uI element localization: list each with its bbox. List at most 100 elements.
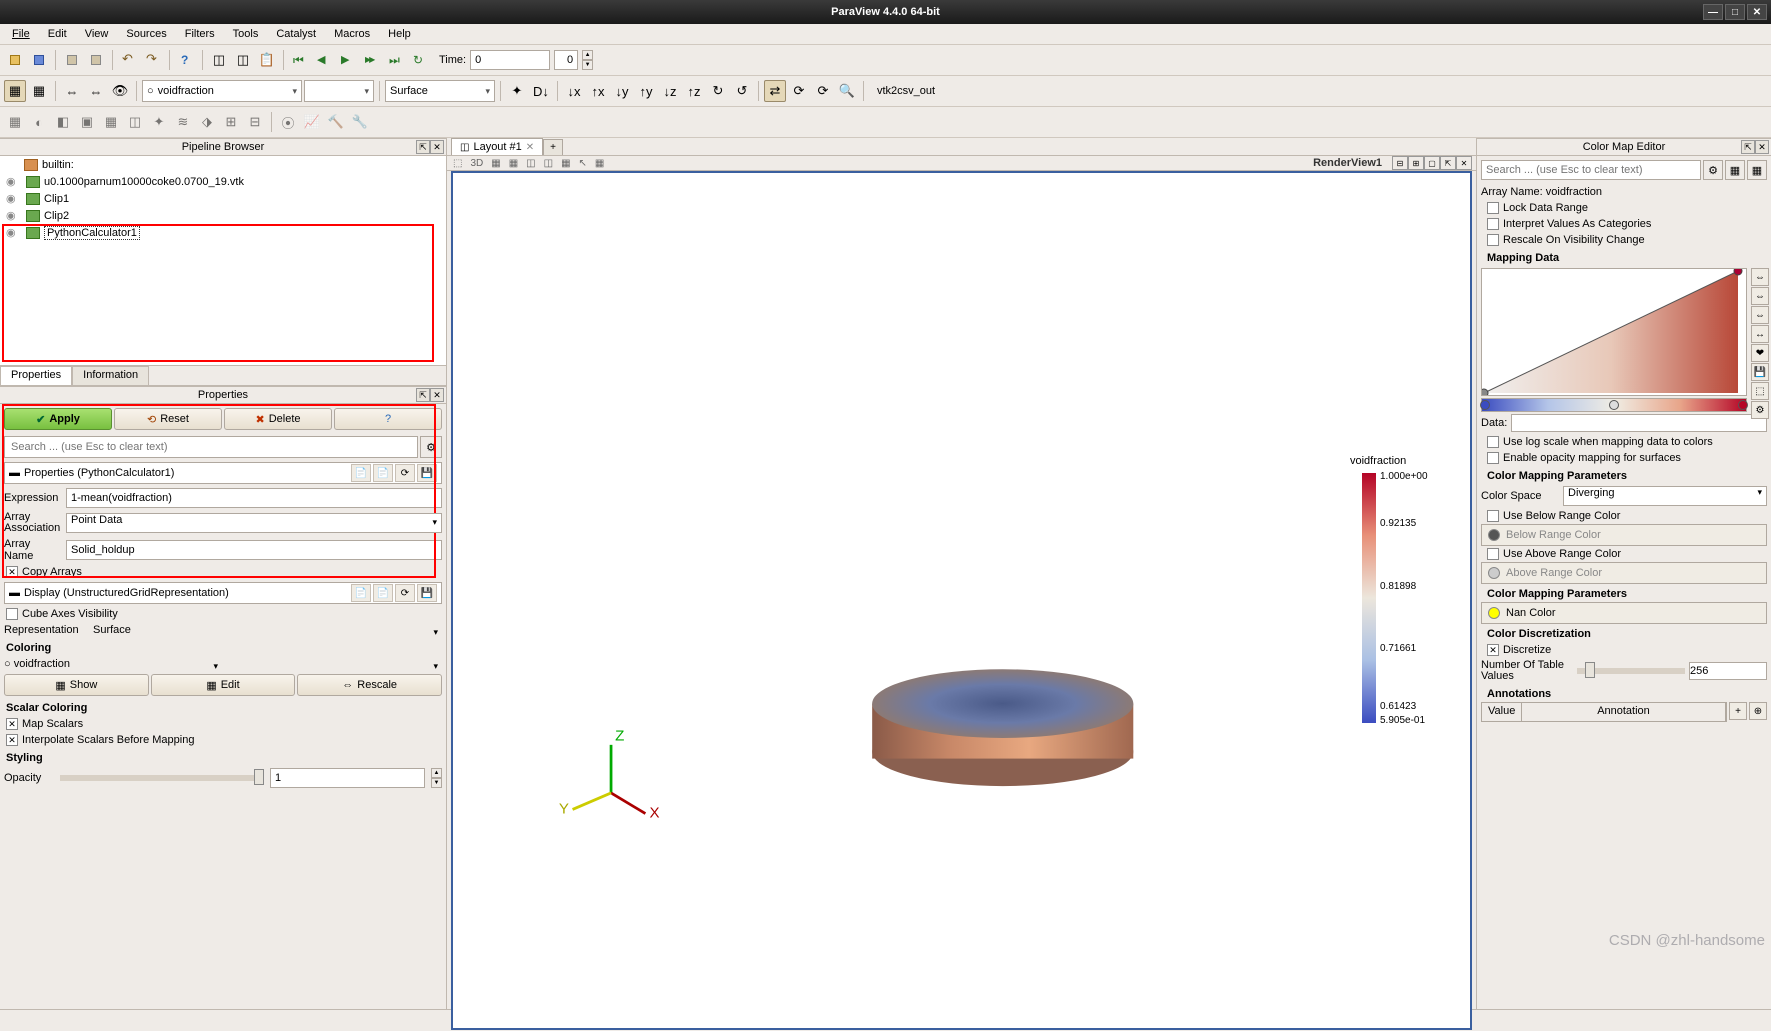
copy-button[interactable]: 📄 — [351, 584, 371, 602]
paste-button[interactable]: 📄 — [373, 464, 393, 482]
menu-catalyst[interactable]: Catalyst — [268, 26, 324, 42]
properties-advanced-button[interactable]: ⚙ — [420, 436, 442, 458]
rescale-visibility-checkbox[interactable] — [1487, 234, 1499, 246]
select-block-button[interactable]: ▦ — [559, 158, 572, 169]
color-scalar-bar-button[interactable]: ▦ — [4, 80, 26, 102]
tool-a-button[interactable]: ◫ — [208, 49, 230, 71]
render-view[interactable]: Z X Y voidfraction 1.000e+00 0.92135 0.8… — [451, 171, 1472, 1030]
axis-py-button[interactable]: ↓y — [611, 80, 633, 102]
tf-settings-button[interactable]: ⚙ — [1751, 401, 1769, 419]
reset-button[interactable]: ⟲Reset — [114, 408, 222, 430]
menu-filters[interactable]: Filters — [177, 26, 223, 42]
filter-clip-button[interactable]: ◧ — [52, 111, 74, 133]
rotate-ccw-button[interactable]: ↺ — [731, 80, 753, 102]
filter-warp-button[interactable]: ⬗ — [196, 111, 218, 133]
save-defaults-button[interactable]: 💾 — [417, 464, 437, 482]
opacity-slider[interactable] — [60, 775, 264, 781]
select-cells-button[interactable]: ▦ — [507, 158, 520, 169]
frame-input[interactable] — [554, 50, 578, 70]
copy-arrays-checkbox[interactable]: ✕ — [6, 566, 18, 578]
copy-button[interactable]: 📄 — [351, 464, 371, 482]
filter-calc-button[interactable]: ▦ — [4, 111, 26, 133]
filter-threshold-button[interactable]: ▦ — [100, 111, 122, 133]
filter-stream-button[interactable]: ≋ — [172, 111, 194, 133]
expression-input[interactable] — [66, 488, 442, 508]
open-file-button[interactable] — [4, 49, 26, 71]
save-data-button[interactable] — [28, 49, 50, 71]
rescale-range-button[interactable]: ⇔ Rescale — [297, 674, 442, 696]
close-view-button[interactable]: ✕ — [1456, 156, 1472, 170]
colorspace-select[interactable]: Diverging — [1563, 486, 1767, 506]
rescale-data-button[interactable]: ⇔ — [1751, 268, 1769, 286]
refresh-b-button[interactable]: ⟳ — [812, 80, 834, 102]
add-active-annotation-button[interactable]: ⊕ — [1749, 702, 1767, 720]
undo-button[interactable] — [118, 49, 140, 71]
array-assoc-select[interactable]: Point Data — [66, 513, 442, 533]
map-scalars-checkbox[interactable]: ✕ — [6, 718, 18, 730]
window-close-button[interactable]: ✕ — [1747, 4, 1767, 20]
refresh-a-button[interactable]: ⟳ — [788, 80, 810, 102]
num-table-slider[interactable] — [1577, 668, 1685, 674]
rotate-cw-button[interactable]: ↻ — [707, 80, 729, 102]
menu-macros[interactable]: Macros — [326, 26, 378, 42]
vcr-last-button[interactable] — [385, 49, 407, 71]
menu-sources[interactable]: Sources — [118, 26, 174, 42]
frame-spinner[interactable]: ▲▼ — [582, 50, 593, 70]
filter-glyph-button[interactable]: ✦ — [148, 111, 170, 133]
properties-close-button[interactable]: ✕ — [430, 388, 444, 402]
layout-add-tab[interactable]: + — [543, 139, 563, 155]
opacity-transfer-function[interactable] — [1481, 268, 1747, 396]
collapse-icon[interactable]: ▬ — [9, 467, 20, 479]
select-points-button[interactable]: ◫ — [524, 158, 537, 169]
close-tab-icon[interactable]: ✕ — [526, 142, 534, 153]
cme-search-input[interactable] — [1481, 160, 1701, 180]
coloring-array-select[interactable]: ○ voidfraction — [4, 658, 222, 670]
axis-ny-button[interactable]: ↑y — [635, 80, 657, 102]
d-button[interactable]: D↓ — [530, 80, 552, 102]
restore-view-button[interactable]: ⇱ — [1440, 156, 1456, 170]
menu-file[interactable]: File — [4, 26, 38, 42]
help-button[interactable] — [175, 49, 197, 71]
vcr-next-button[interactable] — [361, 49, 383, 71]
vcr-prev-button[interactable] — [313, 49, 335, 71]
lock-data-range-checkbox[interactable] — [1487, 202, 1499, 214]
edit-colormap-button-2[interactable]: ▦ Edit — [151, 674, 296, 696]
3d-mode-button[interactable]: 3D — [468, 158, 485, 169]
axis-nz-button[interactable]: ↑z — [683, 80, 705, 102]
rescale-visible-button[interactable]: 👁 — [109, 80, 131, 102]
scalar-bar[interactable]: voidfraction 1.000e+00 0.92135 0.81898 0… — [1362, 473, 1440, 723]
layout-tab-1[interactable]: ◫ Layout #1 ✕ — [451, 138, 543, 155]
coloring-component-select[interactable] — [224, 658, 442, 670]
macro-link[interactable]: vtk2csv_out — [869, 85, 943, 97]
menu-edit[interactable]: Edit — [40, 26, 75, 42]
save-preset-button[interactable]: 💾 — [1751, 363, 1769, 381]
split-vertical-button[interactable]: ⊞ — [1408, 156, 1424, 170]
discretize-checkbox[interactable]: ✕ — [1487, 644, 1499, 656]
opacity-spinner[interactable]: ▲▼ — [431, 768, 442, 788]
tab-properties[interactable]: Properties — [0, 366, 72, 385]
link-cameras-button[interactable]: ⇄ — [764, 80, 786, 102]
array-name-input[interactable] — [66, 540, 442, 560]
camera-xyz-button[interactable]: ✦ — [506, 80, 528, 102]
filter-extract-level-button[interactable]: ⊟ — [244, 111, 266, 133]
menu-help[interactable]: Help — [380, 26, 419, 42]
num-table-input[interactable] — [1689, 662, 1767, 680]
properties-help-button[interactable]: ? — [334, 408, 442, 430]
disconnect-button[interactable] — [85, 49, 107, 71]
choose-preset-button[interactable]: ❤ — [1751, 344, 1769, 362]
tab-information[interactable]: Information — [72, 366, 149, 385]
rescale-temporal-button[interactable]: ⇔ — [1751, 306, 1769, 324]
deselect-button[interactable]: ↖ — [577, 158, 589, 169]
edit-colormap-button[interactable]: ▦ — [28, 80, 50, 102]
eye-icon[interactable]: ◉ — [6, 226, 22, 240]
maximize-view-button[interactable]: ▢ — [1424, 156, 1440, 170]
reload-button[interactable]: ⟳ — [395, 464, 415, 482]
collapse-icon[interactable]: ▬ — [9, 587, 20, 599]
axis-px-button[interactable]: ↓x — [563, 80, 585, 102]
vcr-first-button[interactable] — [289, 49, 311, 71]
cube-axes-checkbox[interactable] — [6, 608, 18, 620]
filter-plot-button[interactable]: 📈 — [301, 111, 323, 133]
log-scale-checkbox[interactable] — [1487, 436, 1499, 448]
select-frustum-button[interactable]: ◫ — [542, 158, 555, 169]
filter-temp-button[interactable]: 🔨 — [325, 111, 347, 133]
